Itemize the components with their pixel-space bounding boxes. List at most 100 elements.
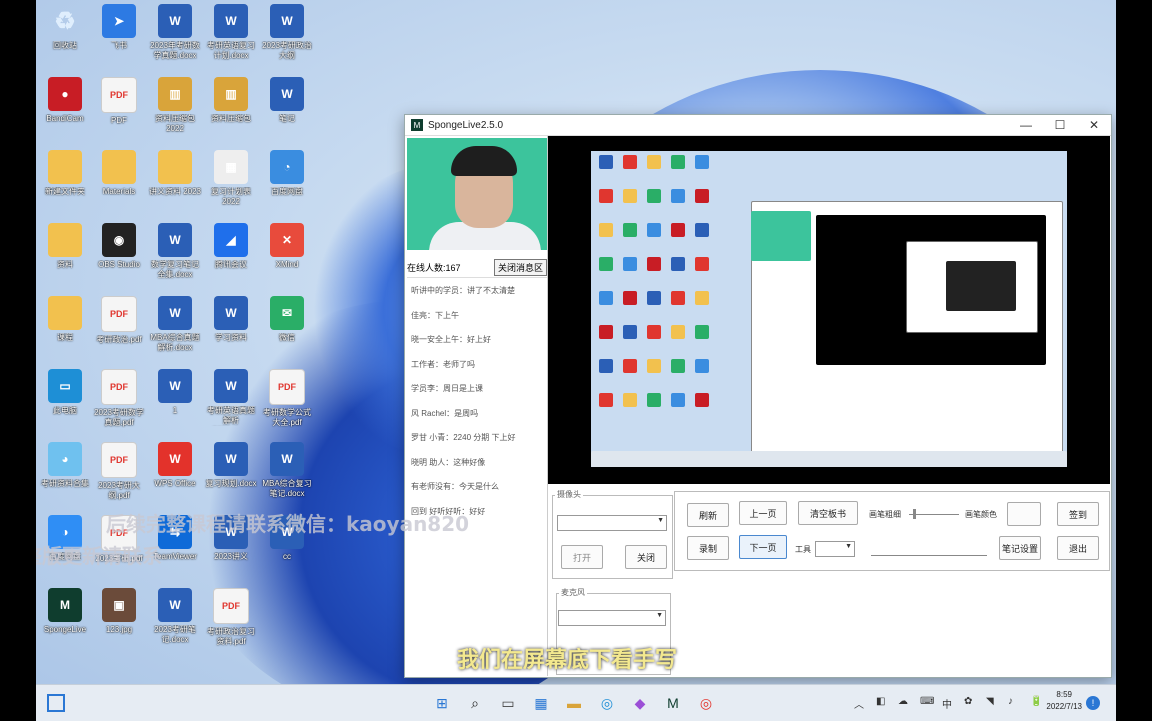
desktop-icon-label: 考研英语复习计划.docx	[207, 41, 255, 60]
tray-icon[interactable]: ⌨	[920, 696, 934, 707]
desktop-icon[interactable]: ♻ 回收站	[38, 4, 92, 51]
desktop-icon[interactable]: W 数学复习笔记全集.docx	[148, 223, 202, 280]
desktop-icon[interactable]: 课程	[38, 296, 92, 343]
desktop-icon[interactable]: ◕ 考研资料合集	[38, 442, 92, 489]
desktop-icon[interactable]: 资料	[38, 223, 92, 270]
taskbar-app-icon[interactable]: ⌕	[465, 693, 485, 713]
desktop-icon[interactable]: PDF 2023考研大纲.pdf	[92, 442, 146, 501]
mini-desktop-icon	[623, 257, 637, 271]
notification-icon[interactable]: !	[1086, 696, 1100, 710]
desktop-icon-label: XMind	[275, 260, 299, 269]
tray-icon[interactable]: 🔋	[1030, 696, 1042, 707]
taskbar-app-icon[interactable]: ◎	[597, 693, 617, 713]
close-camera-button[interactable]: 关闭	[625, 545, 667, 569]
app-icon: ◔	[270, 150, 304, 184]
tray-icon[interactable]: ◥	[986, 696, 994, 707]
desktop-icon[interactable]: PDF 考研数学公式大全.pdf	[260, 369, 314, 428]
desktop-icon-label: 资料压缩包 2022	[155, 114, 195, 133]
desktop-icon[interactable]: PDF 2023考研数学真题.pdf	[92, 369, 146, 428]
desktop-icon[interactable]: ▦ 复习计划表 2022	[204, 150, 258, 207]
close-button[interactable]: ✕	[1077, 118, 1111, 132]
minimize-button[interactable]: —	[1009, 118, 1043, 132]
clock[interactable]: 8:59 2022/7/13	[1046, 689, 1082, 713]
desktop-icon[interactable]: ▭ 此电脑	[38, 369, 92, 416]
next-page-button[interactable]: 下一页	[739, 535, 787, 559]
exit-button[interactable]: 退出	[1057, 536, 1099, 560]
spongelive-window[interactable]: M SpongeLive2.5.0 — ☐ ✕ 在线人数:167 关闭消息区 听…	[404, 114, 1112, 678]
desktop-icon-label: 资料压缩包	[211, 114, 251, 123]
tool-select[interactable]: ▼	[815, 541, 855, 557]
desktop-icon[interactable]: ✕ XMind	[260, 223, 314, 270]
desktop-icon[interactable]: W MBA综合真题解析.docx	[148, 296, 202, 353]
taskbar-app-icon[interactable]: ▭	[498, 693, 518, 713]
refresh-button[interactable]: 刷新	[687, 503, 729, 527]
pen-color-swatch[interactable]	[1007, 502, 1041, 526]
desktop-icon[interactable]: W 2023考研笔记.docx	[148, 588, 202, 645]
desktop-icon-label: BandiCam	[46, 114, 84, 123]
desktop-icon[interactable]: ✉ 微信	[260, 296, 314, 343]
desktop-icon[interactable]: PDF 考研政治.pdf	[92, 296, 146, 345]
desktop-icon[interactable]: W 2023考研政治大纲	[260, 4, 314, 61]
desktop-icon[interactable]: ● BandiCam	[38, 77, 92, 124]
camera-select[interactable]: ▼	[557, 515, 667, 531]
desktop-icon-label: 考研英语真题解析 2023.docx	[207, 406, 255, 425]
tray-icon[interactable]: ☁	[898, 696, 908, 707]
mini-desktop-icon	[695, 257, 709, 271]
mic-select[interactable]: ▼	[558, 610, 666, 626]
taskbar-app-icon[interactable]: ◆	[630, 693, 650, 713]
taskbar-app-icon[interactable]: ◎	[696, 693, 716, 713]
sign-in-button[interactable]: 签到	[1057, 502, 1099, 526]
desktop-icon[interactable]: W 2023年考研数学真题.docx	[148, 4, 202, 61]
desktop-icon[interactable]: PDF PDF	[92, 77, 146, 126]
desktop-icon[interactable]: ◔ 百度网盘	[260, 150, 314, 197]
desktop-icon[interactable]: 讲义资料 2023	[148, 150, 202, 197]
prev-page-button[interactable]: 上一页	[739, 501, 787, 525]
desktop-icon[interactable]: 新建文件夹	[38, 150, 92, 197]
desktop-icon[interactable]: W1	[148, 369, 202, 416]
desktop-icon[interactable]: PDF 考研政治复习资料.pdf	[204, 588, 258, 647]
desktop-icon[interactable]: W 学习资料	[204, 296, 258, 343]
pen-thickness-thumb[interactable]	[913, 509, 916, 519]
desktop-icon[interactable]: ▣ 123.jpg	[92, 588, 146, 635]
mini-desktop-icon	[623, 291, 637, 305]
taskbar-app-icon[interactable]: ▬	[564, 693, 584, 713]
desktop-icon[interactable]: ➤ 飞书	[92, 4, 146, 51]
pdf-icon: PDF	[101, 77, 137, 113]
desktop-icon[interactable]: W 考研英语复习计划.docx	[204, 4, 258, 61]
desktop-icon[interactable]: ▥ 资料压缩包 2022	[148, 77, 202, 134]
desktop-icon[interactable]: W MBA综合复习笔记.docx	[260, 442, 314, 499]
left-letterbox	[0, 0, 36, 720]
taskbar-app-icon[interactable]: ⊞	[432, 693, 452, 713]
close-chat-button[interactable]: 关闭消息区	[493, 258, 547, 276]
input-line[interactable]	[871, 555, 987, 556]
tray-icon[interactable]: ♪	[1008, 696, 1013, 707]
desktop-icon[interactable]: Materials	[92, 150, 146, 197]
desktop-icon[interactable]: W WPS Office	[148, 442, 202, 489]
desktop-icon[interactable]: M SpongeLive	[38, 588, 92, 635]
desktop-icon[interactable]: ◢ 腾讯会议	[204, 223, 258, 270]
desktop-icon[interactable]: W 复习规划.docx	[204, 442, 258, 489]
desktop-icon[interactable]: W 考研英语真题解析 2023.docx	[204, 369, 258, 426]
clear-board-button[interactable]: 清空板书	[798, 501, 858, 525]
chat-message-list[interactable]: 听讲中的学员：讲了不太清楚 佳亮：下上午 晓一安全上午：好上好 工作者：老师了吗…	[407, 279, 545, 524]
widgets-icon[interactable]	[46, 693, 66, 713]
desktop-icon[interactable]: ◉ OBS Studio	[92, 223, 146, 270]
record-button[interactable]: 录制	[687, 536, 729, 560]
pen-settings-button[interactable]: 笔记设置	[999, 536, 1041, 560]
taskbar-app-icon[interactable]: ▦	[531, 693, 551, 713]
taskbar-app-icon[interactable]: M	[663, 693, 683, 713]
mini-desktop-icon	[623, 325, 637, 339]
desktop-icon[interactable]: ▥ 资料压缩包	[204, 77, 258, 124]
maximize-button[interactable]: ☐	[1043, 118, 1077, 132]
desktop-icon-label: 2023考研政治大纲	[262, 41, 312, 60]
tray-icon[interactable]: 中	[942, 696, 952, 711]
pen-thickness-slider[interactable]	[909, 514, 959, 515]
mini-desktop-icon	[647, 257, 661, 271]
tray-icon[interactable]: ︿	[854, 696, 864, 711]
tray-icon[interactable]: ✿	[964, 696, 972, 707]
open-camera-button[interactable]: 打开	[561, 545, 603, 569]
tray-icon[interactable]: ◧	[876, 696, 885, 707]
desktop-icon[interactable]: W 笔记	[260, 77, 314, 124]
chat-message: 学员李：周日是上课	[411, 384, 483, 393]
window-titlebar[interactable]: M SpongeLive2.5.0 — ☐ ✕	[405, 115, 1111, 136]
